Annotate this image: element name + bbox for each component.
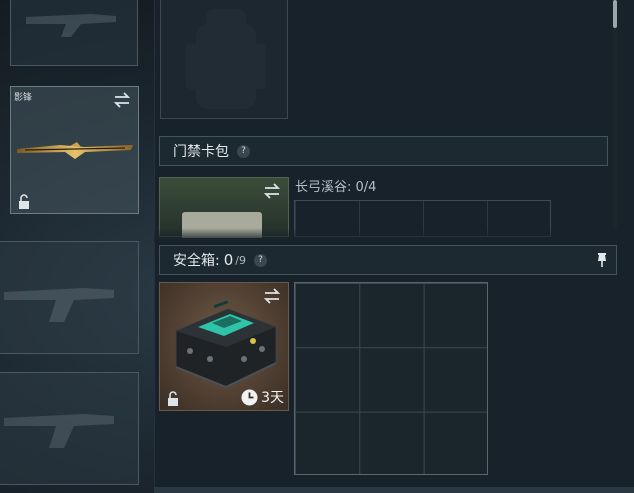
blade-weapon-image (17, 142, 133, 159)
backpack-silhouette-icon (186, 9, 266, 109)
weapon-slot[interactable]: 影锋 (10, 86, 139, 214)
timer-text: 3天 (261, 390, 284, 406)
swap-arrows-icon[interactable] (262, 183, 282, 199)
unlock-icon[interactable] (17, 194, 31, 210)
scrollbar-thumb[interactable] (613, 0, 617, 28)
left-equipment-column: 影锋 (0, 0, 154, 493)
safe-box-case-image (175, 301, 277, 389)
rifle-silhouette-icon (4, 288, 114, 322)
swap-arrows-icon[interactable] (112, 92, 132, 108)
safe-box-item-slot[interactable]: 3天 (159, 282, 289, 411)
scrollbar-track[interactable] (613, 28, 617, 228)
clock-icon (241, 389, 258, 405)
panel-footer-strip (154, 487, 634, 493)
weapon-name: 影锋 (14, 93, 33, 103)
safe-box-header: 安全箱: 0 /9 ? (159, 245, 617, 275)
access-card-title: 门禁卡包 (173, 144, 229, 160)
top-slot[interactable] (10, 0, 138, 66)
empty-slot-secondary[interactable] (0, 372, 139, 485)
map-access-label: 长弓溪谷: 0/4 (295, 180, 377, 195)
rifle-silhouette-icon (4, 414, 114, 448)
gun-silhouette-icon (26, 14, 116, 37)
help-icon[interactable]: ? (237, 144, 250, 158)
backpack-slot[interactable] (160, 0, 288, 119)
section-fade (154, 228, 624, 242)
unlock-icon[interactable] (166, 391, 180, 407)
safe-box-count: 0 (223, 251, 234, 269)
safe-box-capacity: /9 (235, 253, 246, 267)
safe-box-title: 安全箱: (173, 253, 220, 269)
help-icon[interactable]: ? (253, 253, 267, 267)
empty-slot-primary[interactable] (0, 241, 139, 354)
safe-box-storage-grid[interactable] (294, 282, 488, 475)
access-card-header: 门禁卡包 ? (159, 136, 608, 166)
expiry-timer: 3天 (241, 387, 284, 407)
pin-icon[interactable] (596, 252, 608, 268)
